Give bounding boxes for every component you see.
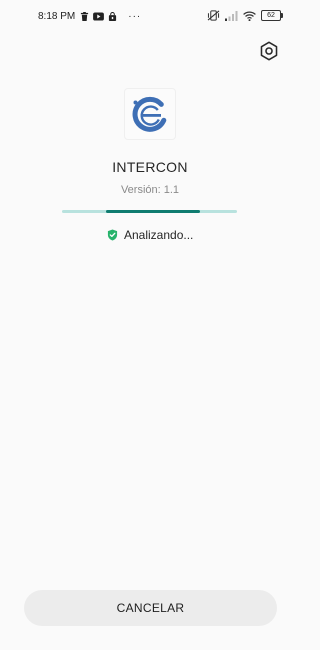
app-icon bbox=[125, 89, 175, 139]
gear-icon bbox=[260, 41, 278, 61]
status-bar-right: 62 bbox=[207, 10, 283, 21]
app-name: INTERCON bbox=[112, 159, 188, 175]
wifi-icon bbox=[243, 10, 256, 21]
overflow-notifications: ··· bbox=[128, 11, 142, 22]
app-logo-icon bbox=[132, 96, 167, 132]
status-bar: 8:18 PM ··· 62 bbox=[0, 0, 300, 34]
bag-icon bbox=[108, 12, 117, 21]
cancel-button[interactable]: CANCELAR bbox=[24, 590, 277, 626]
scan-progress-bar bbox=[62, 210, 237, 213]
scan-progress-fill bbox=[105, 210, 201, 213]
signal-icon bbox=[225, 10, 238, 21]
scan-status: Analizando... bbox=[107, 228, 193, 242]
delete-icon bbox=[80, 12, 89, 21]
status-time: 8:18 PM bbox=[38, 11, 76, 22]
settings-button[interactable] bbox=[258, 40, 280, 62]
youtube-icon bbox=[93, 12, 105, 21]
battery-icon: 62 bbox=[261, 10, 283, 21]
status-bar-left: 8:18 PM ··· bbox=[38, 11, 141, 22]
shield-check-icon bbox=[107, 229, 118, 241]
scan-status-text: Analizando... bbox=[124, 228, 194, 242]
app-version: Versión: 1.1 bbox=[120, 184, 180, 196]
vibrate-off-icon bbox=[207, 10, 220, 21]
